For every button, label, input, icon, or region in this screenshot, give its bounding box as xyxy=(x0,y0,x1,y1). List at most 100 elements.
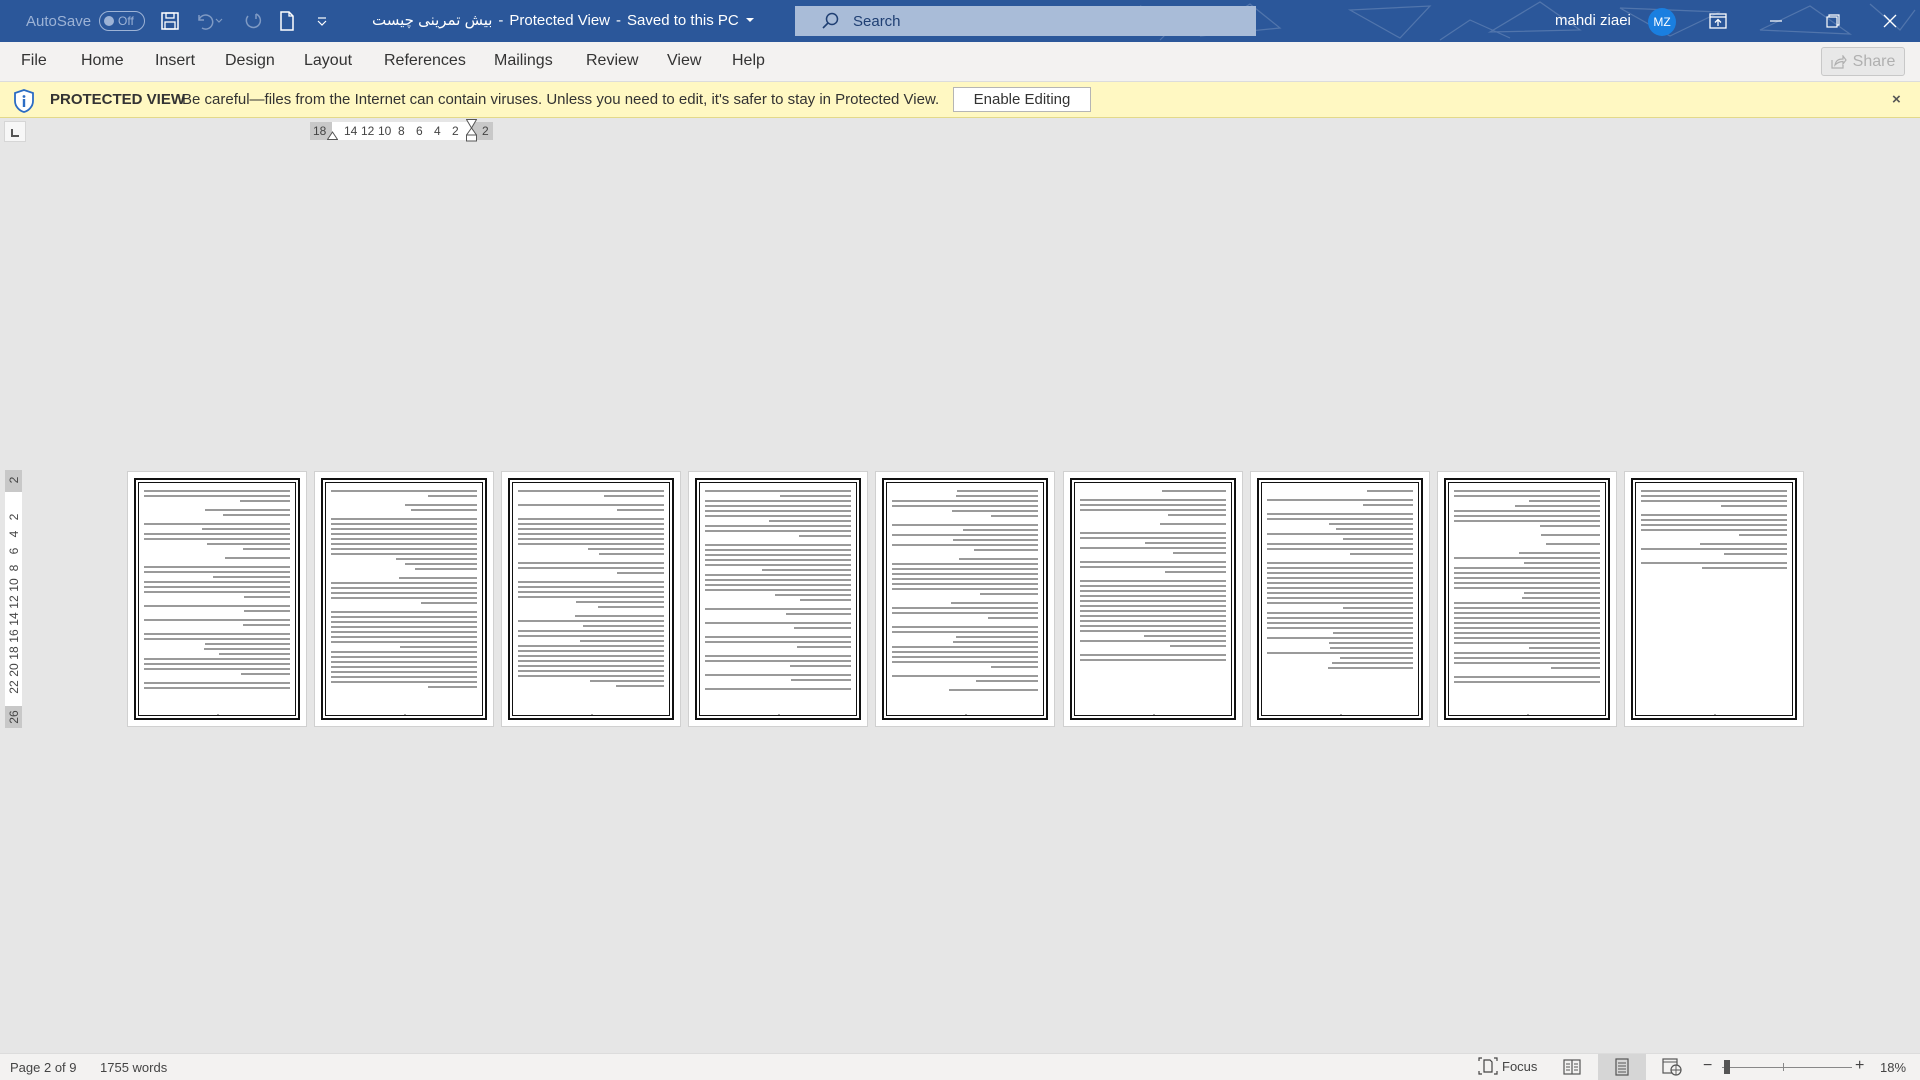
text-line xyxy=(1342,538,1413,540)
text-line xyxy=(789,665,851,667)
text-line xyxy=(1330,647,1413,649)
text-line xyxy=(774,594,851,596)
close-button[interactable] xyxy=(1862,0,1918,42)
text-line xyxy=(1454,490,1600,492)
text-line xyxy=(892,651,1038,653)
document-page[interactable] xyxy=(127,471,307,727)
text-line xyxy=(331,631,477,633)
page-text-block xyxy=(1641,490,1787,706)
vertical-ruler[interactable]: 2 2 4 6 8 10 12 14 16 18 20 22 26 xyxy=(5,470,22,728)
text-line xyxy=(575,615,664,617)
web-layout-button[interactable] xyxy=(1648,1054,1696,1080)
zoom-slider-thumb[interactable] xyxy=(1724,1060,1730,1074)
tab-design[interactable]: Design xyxy=(225,52,275,70)
text-line xyxy=(1267,567,1413,569)
text-line xyxy=(616,509,664,511)
ruler-tick: 10 xyxy=(378,124,392,138)
word-count[interactable]: 1755 words xyxy=(100,1060,167,1075)
zoom-in-button[interactable]: + xyxy=(1855,1057,1864,1075)
redo-icon[interactable] xyxy=(241,10,263,32)
right-indent-marker-icon[interactable] xyxy=(466,119,477,143)
tab-stop-selector[interactable] xyxy=(4,121,26,142)
document-title[interactable]: بیش تمرینی چیست - Protected View - Saved… xyxy=(372,11,755,29)
text-line xyxy=(1267,548,1413,550)
zoom-level[interactable]: 18% xyxy=(1880,1060,1906,1075)
tab-references[interactable]: References xyxy=(384,52,466,70)
customize-toolbar-icon[interactable] xyxy=(311,10,333,32)
text-line xyxy=(144,668,290,670)
document-page[interactable] xyxy=(875,471,1055,727)
text-line xyxy=(1267,592,1413,594)
web-layout-icon xyxy=(1662,1058,1682,1076)
tab-insert[interactable]: Insert xyxy=(155,52,195,70)
page-indicator[interactable]: Page 2 of 9 xyxy=(10,1060,77,1075)
text-line xyxy=(797,646,851,648)
zoom-out-button[interactable]: − xyxy=(1703,1057,1712,1075)
text-line xyxy=(1328,667,1413,669)
minimize-button[interactable] xyxy=(1748,0,1804,42)
focus-mode-button[interactable]: Focus xyxy=(1478,1057,1537,1075)
text-line xyxy=(518,586,664,588)
text-line xyxy=(331,528,477,530)
text-line xyxy=(144,490,290,492)
undo-dropdown-icon[interactable] xyxy=(213,10,225,32)
text-line xyxy=(990,515,1038,517)
text-line xyxy=(1454,632,1600,634)
text-line xyxy=(398,577,477,579)
avatar[interactable]: MZ xyxy=(1648,8,1676,36)
print-layout-button[interactable] xyxy=(1598,1054,1646,1080)
text-line xyxy=(575,601,664,603)
text-line xyxy=(405,504,477,506)
new-document-icon[interactable] xyxy=(276,10,298,32)
text-line xyxy=(1080,585,1226,587)
text-line xyxy=(1080,654,1226,656)
restore-button[interactable] xyxy=(1805,0,1861,42)
share-button[interactable]: Share xyxy=(1821,47,1905,76)
autosave-toggle[interactable]: AutoSave Off xyxy=(26,11,146,31)
text-line xyxy=(518,543,664,545)
autosave-label: AutoSave xyxy=(26,12,92,30)
text-line xyxy=(1641,529,1787,531)
document-page[interactable] xyxy=(1437,471,1617,727)
undo-icon[interactable] xyxy=(193,10,215,32)
text-line xyxy=(411,509,477,511)
text-line xyxy=(1080,620,1226,622)
search-input[interactable]: Search xyxy=(795,6,1256,36)
tab-layout[interactable]: Layout xyxy=(304,52,352,70)
document-page[interactable] xyxy=(1624,471,1804,727)
left-indent-marker-icon[interactable] xyxy=(327,131,338,140)
tab-file[interactable]: File xyxy=(21,52,47,70)
text-line xyxy=(1267,513,1413,515)
text-line xyxy=(1454,642,1600,644)
document-page[interactable] xyxy=(1063,471,1243,727)
document-page[interactable] xyxy=(501,471,681,727)
text-line xyxy=(1641,495,1787,497)
text-line xyxy=(705,554,851,556)
ribbon-display-options-button[interactable] xyxy=(1690,0,1746,42)
text-line xyxy=(1528,500,1600,502)
document-page[interactable] xyxy=(1250,471,1430,727)
text-line xyxy=(1080,600,1226,602)
text-line xyxy=(892,573,1038,575)
text-line xyxy=(892,578,1038,580)
tab-home[interactable]: Home xyxy=(81,52,124,70)
page-text-block xyxy=(705,490,851,706)
read-mode-button[interactable] xyxy=(1548,1054,1596,1080)
tab-mailings[interactable]: Mailings xyxy=(494,52,553,70)
horizontal-ruler[interactable]: 18 14 12 10 8 6 4 2 2 xyxy=(310,119,493,143)
tab-review[interactable]: Review xyxy=(586,52,638,70)
text-line xyxy=(144,605,290,607)
enable-editing-button[interactable]: Enable Editing xyxy=(953,87,1091,112)
user-name[interactable]: mahdi ziaei xyxy=(1555,12,1631,29)
tab-help[interactable]: Help xyxy=(732,52,765,70)
text-line xyxy=(1267,627,1413,629)
zoom-slider[interactable] xyxy=(1722,1067,1852,1068)
document-page[interactable] xyxy=(314,471,494,727)
text-line xyxy=(427,686,477,688)
dismiss-bar-icon[interactable]: × xyxy=(1892,91,1901,108)
save-icon[interactable] xyxy=(159,10,181,32)
text-line xyxy=(518,635,664,637)
tab-view[interactable]: View xyxy=(667,52,701,70)
document-page[interactable] xyxy=(688,471,868,727)
autosave-switch[interactable]: Off xyxy=(99,11,146,31)
